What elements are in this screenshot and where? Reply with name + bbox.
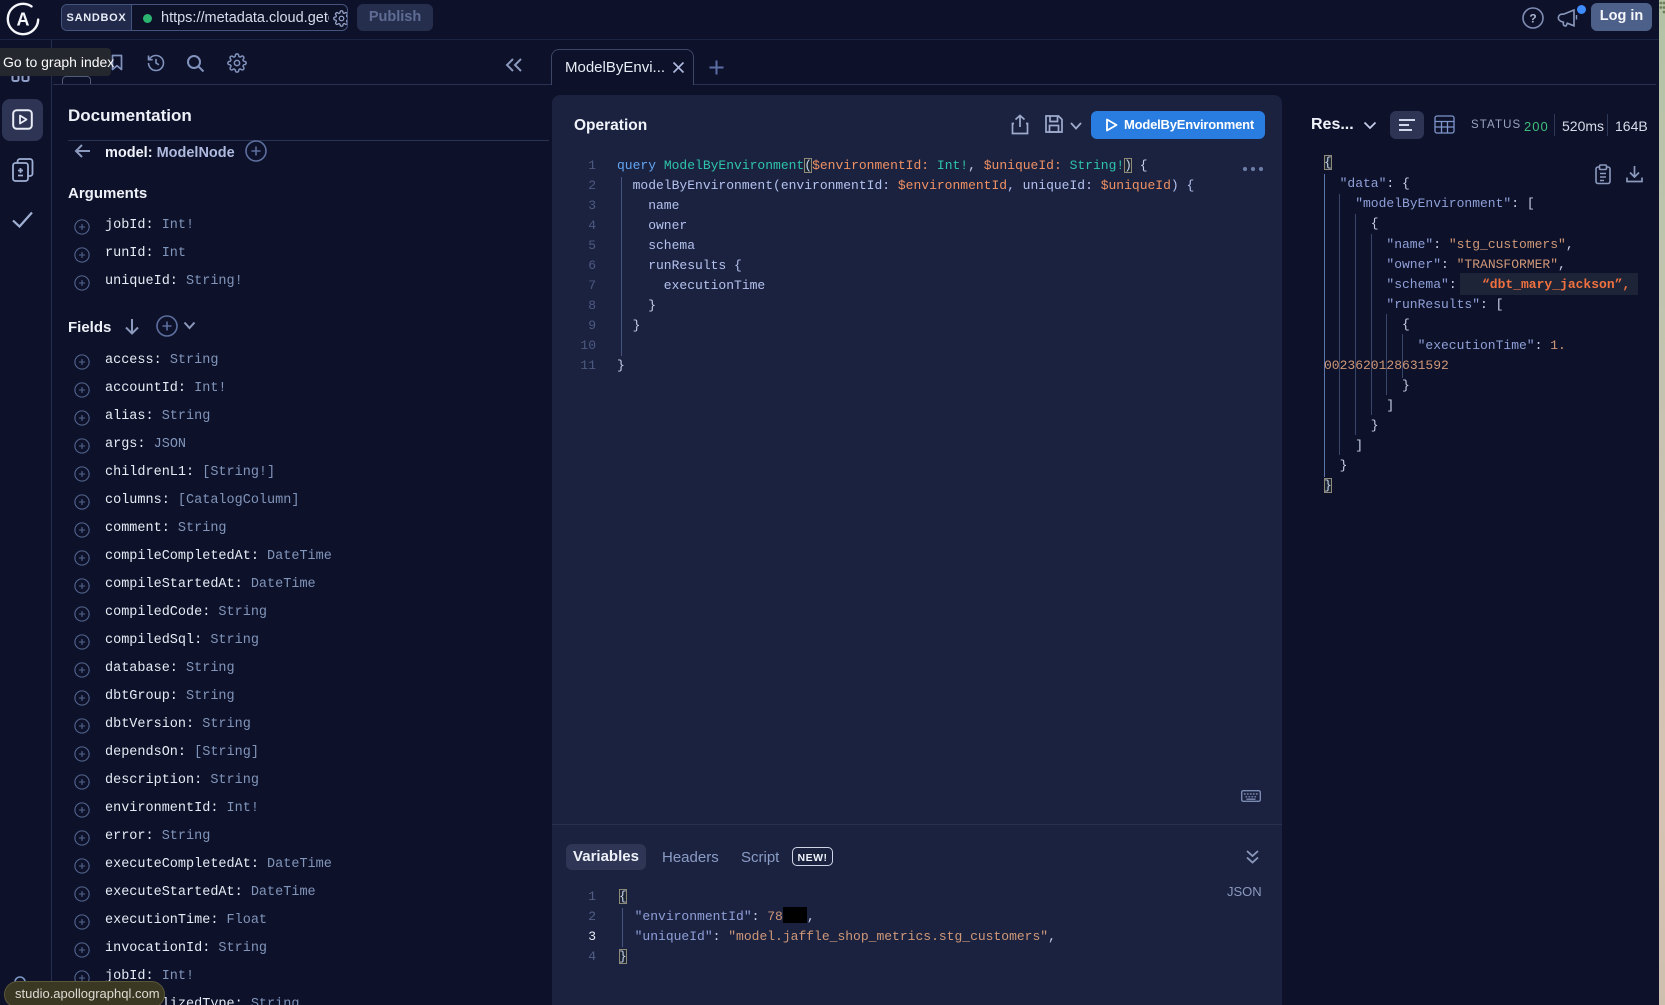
svg-text:?: ? [1529, 12, 1536, 26]
svg-text:A: A [17, 10, 30, 30]
